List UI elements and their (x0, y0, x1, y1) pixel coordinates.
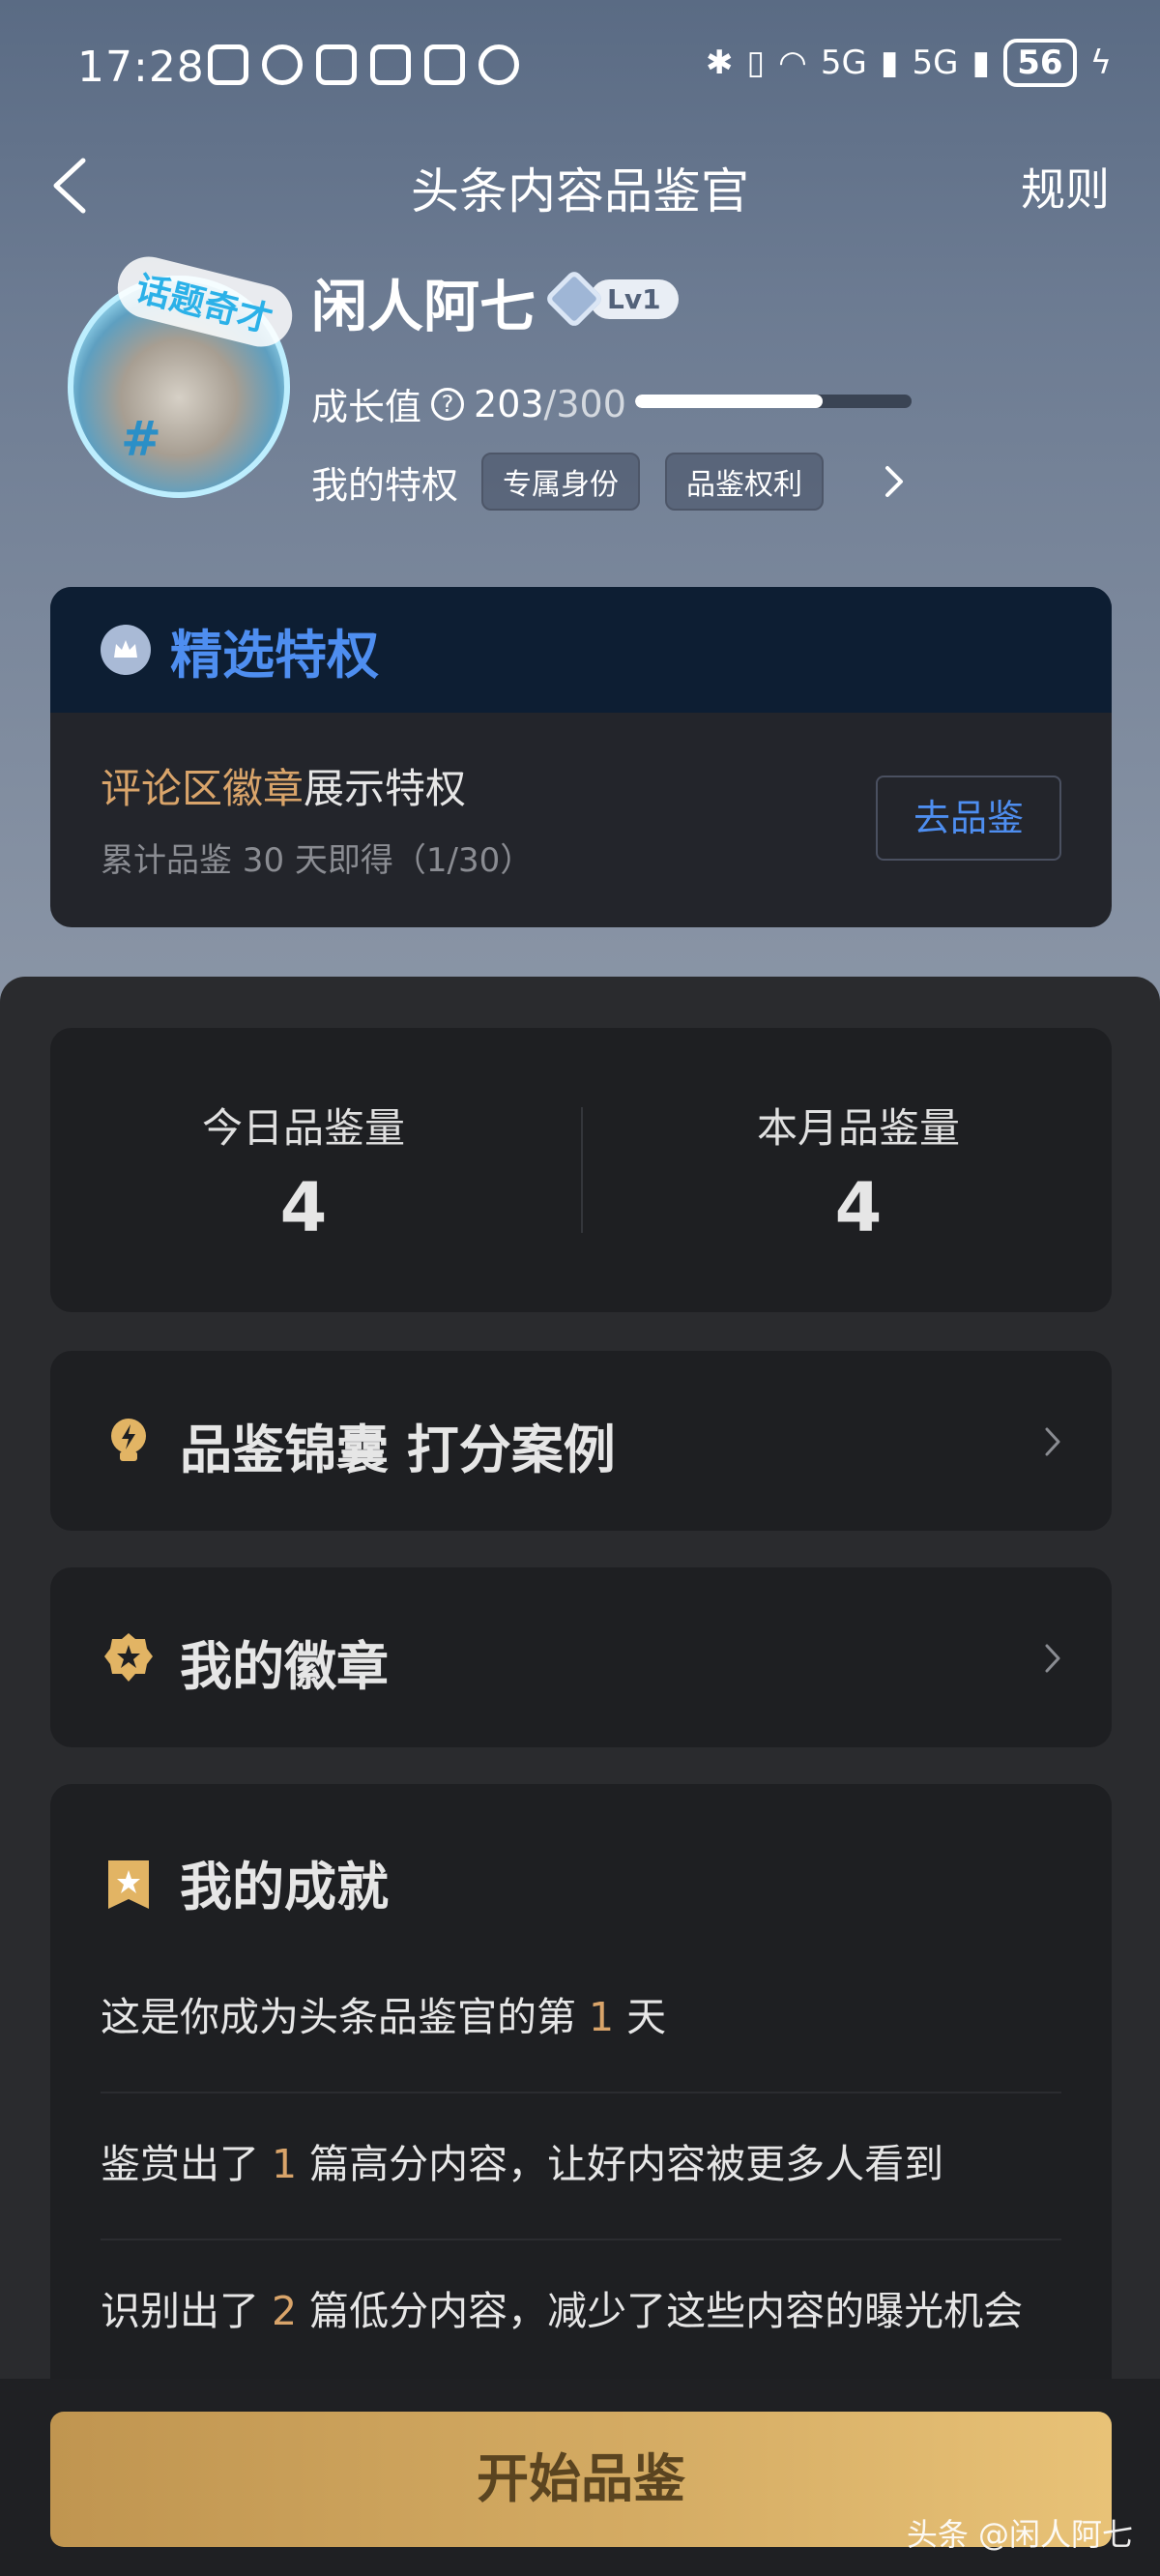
wallet-icon (424, 44, 465, 85)
privilege-card-title: 精选特权 (170, 624, 379, 686)
nfc-icon (208, 44, 248, 85)
chevron-right-icon (1045, 1644, 1060, 1673)
my-badges-row[interactable]: 我的徽章 (50, 1567, 1112, 1747)
page-title: 头条内容品鉴官 (411, 163, 749, 220)
chevron-right-icon (1045, 1427, 1060, 1456)
achievement-high-score: 鉴赏出了 1 篇高分内容，让好内容被更多人看到 (101, 2141, 944, 2187)
growth-current: 203 (474, 382, 544, 425)
divider (101, 2092, 1061, 2093)
stat-month-value: 4 (834, 1168, 883, 1247)
divider (101, 2239, 1061, 2240)
review-tips-label: 品鉴锦囊 打分案例 (180, 1420, 616, 1480)
go-review-button[interactable]: 去品鉴 (876, 776, 1061, 861)
achievement-days: 这是你成为头条品鉴官的第 1 天 (101, 1994, 667, 2040)
growth-row: 成长值 ? 203 /300 (311, 377, 626, 430)
diamond-icon (543, 268, 605, 330)
achievements-title: 我的成就 (180, 1857, 389, 1917)
help-icon[interactable]: ? (431, 387, 465, 421)
hashtag-icon: # (121, 411, 161, 467)
battery-icon: 56 (1003, 39, 1077, 87)
status-time: 17:28 (77, 43, 205, 92)
stat-divider (581, 1107, 583, 1233)
notification-icons (208, 44, 519, 85)
app-notification-icon-2 (370, 44, 411, 85)
stat-today-value: 4 (279, 1168, 328, 1247)
my-badges-label: 我的徽章 (180, 1636, 389, 1697)
chevron-right-icon[interactable] (882, 462, 907, 501)
crown-icon (101, 625, 151, 675)
privilege-highlight: 评论区徽章 (101, 765, 304, 812)
stat-today: 今日品鉴量 4 (50, 1096, 557, 1247)
lightbulb-icon (111, 1419, 146, 1461)
privilege-card-header: 精选特权 (50, 587, 1112, 713)
level-badge: Lv1 (543, 268, 679, 330)
privilege-text: 展示特权 (304, 765, 467, 812)
charging-icon: ϟ (1089, 44, 1112, 82)
growth-progress-fill (635, 395, 823, 408)
privileges-row: 我的特权 专属身份 品鉴权利 (311, 453, 849, 511)
gesture-icon (478, 44, 519, 85)
signal-bars-icon-2: ▮ (972, 44, 991, 82)
level-label: Lv1 (590, 278, 679, 319)
signal-5g-icon: 5G (820, 44, 867, 82)
bluetooth-icon: ✱ (705, 44, 734, 82)
privilege-description: 评论区徽章展示特权 (101, 756, 466, 815)
achievement-low-score: 识别出了 2 篇低分内容，减少了这些内容的曝光机会 (101, 2288, 1024, 2334)
privilege-subtitle: 累计品鉴 30 天即得（1/30） (101, 841, 534, 880)
signal-bars-icon: ▮ (880, 44, 899, 82)
vibrate-icon: ▯ (746, 44, 766, 82)
user-name: 闲人阿七 (311, 274, 536, 339)
stats-card: 今日品鉴量 4 本月品鉴量 4 (50, 1028, 1112, 1312)
stat-month: 本月品鉴量 4 (605, 1096, 1112, 1247)
alarm-icon (262, 44, 303, 85)
featured-privilege-card: 精选特权 评论区徽章展示特权 累计品鉴 30 天即得（1/30） 去品鉴 (50, 587, 1112, 927)
growth-progress-bar (635, 395, 912, 408)
signal-5g-icon-2: 5G (912, 44, 959, 82)
growth-label: 成长值 (311, 386, 422, 428)
tag-exclusive-identity[interactable]: 专属身份 (481, 453, 641, 511)
privileges-label: 我的特权 (311, 463, 459, 507)
rules-link[interactable]: 规则 (1021, 155, 1110, 219)
app-notification-icon (316, 44, 357, 85)
stat-month-label: 本月品鉴量 (756, 1104, 960, 1152)
watermark: 头条 @闲人阿七 (906, 2516, 1133, 2553)
bookmark-star-icon (108, 1860, 149, 1909)
system-icons: ✱ ▯ ◠ 5G ▮ 5G ▮ 56 ϟ (706, 39, 1112, 87)
medal-icon (104, 1633, 153, 1682)
status-bar: 17:28 ✱ ▯ ◠ 5G ▮ 5G ▮ 56 ϟ (0, 0, 1160, 135)
tag-review-rights[interactable]: 品鉴权利 (665, 453, 825, 511)
review-tips-row[interactable]: 品鉴锦囊 打分案例 (50, 1351, 1112, 1531)
growth-max: /300 (543, 382, 626, 425)
wifi-icon: ◠ (778, 44, 807, 82)
stat-today-label: 今日品鉴量 (201, 1104, 405, 1152)
